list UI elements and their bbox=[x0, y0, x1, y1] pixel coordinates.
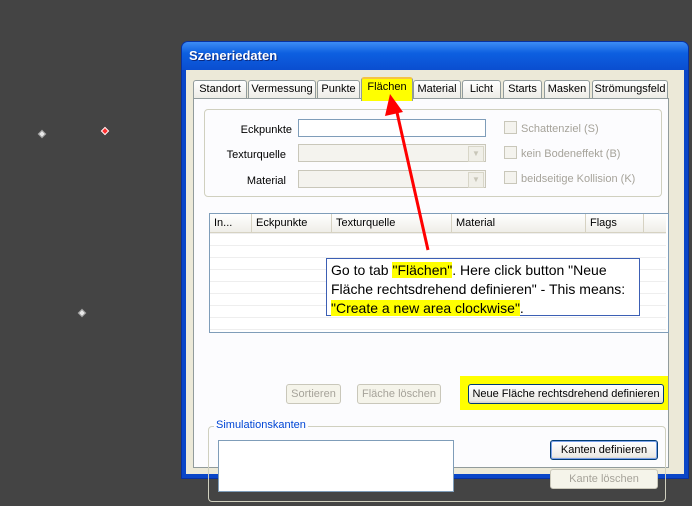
annotation-arrow bbox=[385, 94, 430, 251]
arrow-head bbox=[385, 94, 403, 116]
arrow-shaft bbox=[394, 107, 430, 251]
